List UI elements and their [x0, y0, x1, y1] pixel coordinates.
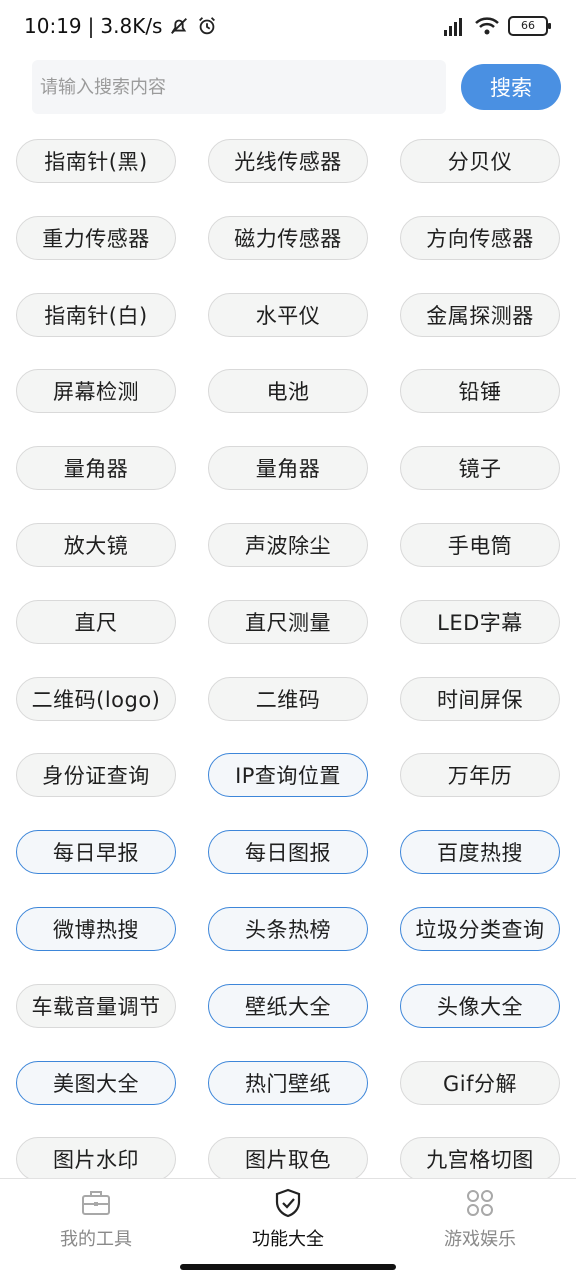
tool-button[interactable]: 头像大全	[400, 984, 560, 1028]
grid-icon	[467, 1190, 493, 1216]
tool-button[interactable]: 金属探测器	[400, 293, 560, 337]
tool-button[interactable]: 直尺	[16, 600, 176, 644]
tool-button[interactable]: 指南针(白)	[16, 293, 176, 337]
tool-button[interactable]: 直尺测量	[208, 600, 368, 644]
bottom-nav: 我的工具 功能大全 游戏娱乐	[0, 1178, 576, 1259]
tool-button[interactable]: 万年历	[400, 753, 560, 797]
tool-button[interactable]: 热门壁纸	[208, 1061, 368, 1105]
tool-button[interactable]: 声波除尘	[208, 523, 368, 567]
tool-button[interactable]: 图片取色	[208, 1137, 368, 1178]
tool-button[interactable]: 微博热搜	[16, 907, 176, 951]
tool-button[interactable]: 身份证查询	[16, 753, 176, 797]
tool-button[interactable]: 图片水印	[16, 1137, 176, 1178]
tool-button[interactable]: 重力传感器	[16, 216, 176, 260]
nav-my-tools[interactable]: 我的工具	[0, 1179, 192, 1259]
nav-label: 功能大全	[252, 1229, 324, 1250]
tool-button[interactable]: 二维码	[208, 677, 368, 721]
nav-label: 我的工具	[60, 1229, 132, 1250]
tool-button[interactable]: 垃圾分类查询	[400, 907, 560, 951]
tool-button[interactable]: 分贝仪	[400, 139, 560, 183]
nav-label: 游戏娱乐	[444, 1229, 516, 1250]
tool-grid: 指南针(黑) 光线传感器 分贝仪重力传感器 磁力传感器 方向传感器指南针(白) 水平仪 金属…	[0, 0, 576, 1178]
tool-button[interactable]: 每日图报	[208, 830, 368, 874]
tool-button[interactable]: 屏幕检测	[16, 369, 176, 413]
tool-button[interactable]: 量角器	[208, 446, 368, 490]
tool-button[interactable]: 铅锤	[400, 369, 560, 413]
tool-button[interactable]: 水平仪	[208, 293, 368, 337]
tool-button[interactable]: 车载音量调节	[16, 984, 176, 1028]
nav-all-features[interactable]: 功能大全	[192, 1179, 384, 1259]
tool-button[interactable]: 美图大全	[16, 1061, 176, 1105]
tool-button[interactable]: 时间屏保	[400, 677, 560, 721]
shield-check-icon	[275, 1188, 301, 1218]
tool-button[interactable]: IP查询位置	[208, 753, 368, 797]
tool-button[interactable]: 磁力传感器	[208, 216, 368, 260]
tool-button[interactable]: 光线传感器	[208, 139, 368, 183]
tool-button[interactable]: 镜子	[400, 446, 560, 490]
toolbox-icon	[82, 1191, 110, 1215]
tool-button[interactable]: 量角器	[16, 446, 176, 490]
tool-button[interactable]: 二维码(logo)	[16, 677, 176, 721]
tool-button[interactable]: 手电筒	[400, 523, 560, 567]
tool-button[interactable]: 头条热榜	[208, 907, 368, 951]
home-indicator	[180, 1264, 396, 1270]
tool-button[interactable]: 方向传感器	[400, 216, 560, 260]
tool-button[interactable]: LED字幕	[400, 600, 560, 644]
tool-button[interactable]: 放大镜	[16, 523, 176, 567]
tool-button[interactable]: 指南针(黑)	[16, 139, 176, 183]
tool-button[interactable]: Gif分解	[400, 1061, 560, 1105]
tool-button[interactable]: 九宫格切图	[400, 1137, 560, 1178]
tool-button[interactable]: 每日早报	[16, 830, 176, 874]
nav-games[interactable]: 游戏娱乐	[384, 1179, 576, 1259]
tool-button[interactable]: 百度热搜	[400, 830, 560, 874]
tool-button[interactable]: 壁纸大全	[208, 984, 368, 1028]
tool-button[interactable]: 电池	[208, 369, 368, 413]
